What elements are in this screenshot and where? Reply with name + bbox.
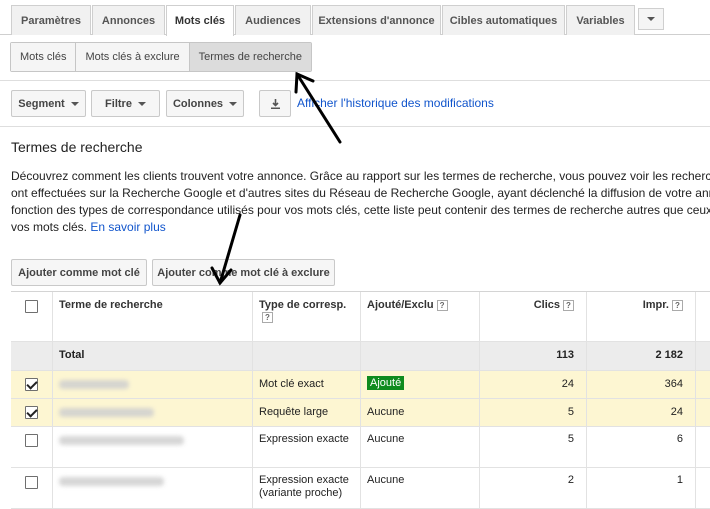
subtab-mots-cles[interactable]: Mots clés [11, 43, 77, 71]
caret-down-icon [137, 101, 146, 106]
add-negative-keyword-button[interactable]: Ajouter comme mot clé à exclure [152, 259, 335, 286]
row-checkbox[interactable] [25, 378, 38, 391]
header-clicks[interactable]: Clics? [480, 292, 587, 341]
blurred-search-term [59, 436, 184, 445]
filter-button[interactable]: Filtre [91, 90, 160, 117]
help-icon[interactable]: ? [436, 299, 448, 311]
history-link[interactable]: Afficher l'historique des modifications [297, 96, 494, 110]
subtab-termes-recherche[interactable]: Termes de recherche [189, 43, 311, 71]
table-row[interactable]: Requête large Aucune 5 24 [11, 399, 710, 427]
table-row[interactable]: Expression exacte (variante proche) Aucu… [11, 468, 710, 509]
caret-down-icon [70, 101, 79, 106]
top-tab-bar: Paramètres Annonces Mots clés Audiences … [0, 0, 710, 36]
caret-down-icon [647, 17, 655, 21]
add-keyword-button[interactable]: Ajouter comme mot clé [11, 259, 147, 286]
header-added[interactable]: Ajouté/Exclu? [361, 292, 480, 341]
subtab-mots-cles-exclure[interactable]: Mots clés à exclure [76, 43, 190, 71]
row-checkbox[interactable] [25, 406, 38, 419]
blurred-search-term [59, 380, 129, 389]
table-header-row: Terme de recherche Type de corresp.? Ajo… [11, 291, 710, 342]
help-icon[interactable]: ? [563, 299, 574, 311]
divider [0, 126, 710, 127]
table-row[interactable]: Mot clé exact Ajouté 24 364 [11, 371, 710, 399]
total-row: Total 113 2 182 [11, 342, 710, 371]
more-tabs-button[interactable] [638, 8, 664, 30]
tab-cibles-automatiques[interactable]: Cibles automatiques [442, 5, 565, 35]
divider [0, 80, 710, 81]
learn-more-link[interactable]: En savoir plus [90, 220, 165, 234]
select-all-checkbox[interactable] [25, 300, 38, 313]
tab-audiences[interactable]: Audiences [235, 5, 311, 35]
header-term[interactable]: Terme de recherche [53, 292, 253, 341]
tab-annonces[interactable]: Annonces [92, 5, 165, 35]
page-title: Termes de recherche [11, 139, 143, 155]
row-checkbox[interactable] [25, 434, 38, 447]
blurred-search-term [59, 408, 154, 417]
caret-down-icon [229, 101, 238, 106]
tab-variables[interactable]: Variables [566, 5, 635, 35]
subtab-group: Mots clés Mots clés à exclure Termes de … [10, 42, 312, 72]
status-badge: Ajouté [367, 376, 405, 390]
help-icon[interactable]: ? [672, 299, 683, 311]
header-impr[interactable]: Impr.? [587, 292, 696, 341]
tab-parametres[interactable]: Paramètres [11, 5, 91, 35]
row-checkbox[interactable] [25, 476, 38, 489]
help-icon[interactable]: ? [262, 311, 273, 323]
tab-extensions[interactable]: Extensions d'annonce [312, 5, 441, 35]
download-icon [270, 98, 280, 109]
description: Découvrez comment les clients trouvent v… [11, 169, 710, 234]
segment-button[interactable]: Segment [11, 90, 86, 117]
table-row[interactable]: Expression exacte Aucune 5 6 [11, 427, 710, 468]
blurred-search-term [59, 477, 164, 486]
tab-mots-cles[interactable]: Mots clés [166, 5, 234, 36]
download-button[interactable] [259, 90, 291, 117]
header-match-type[interactable]: Type de corresp.? [253, 292, 361, 341]
columns-button[interactable]: Colonnes [166, 90, 244, 117]
